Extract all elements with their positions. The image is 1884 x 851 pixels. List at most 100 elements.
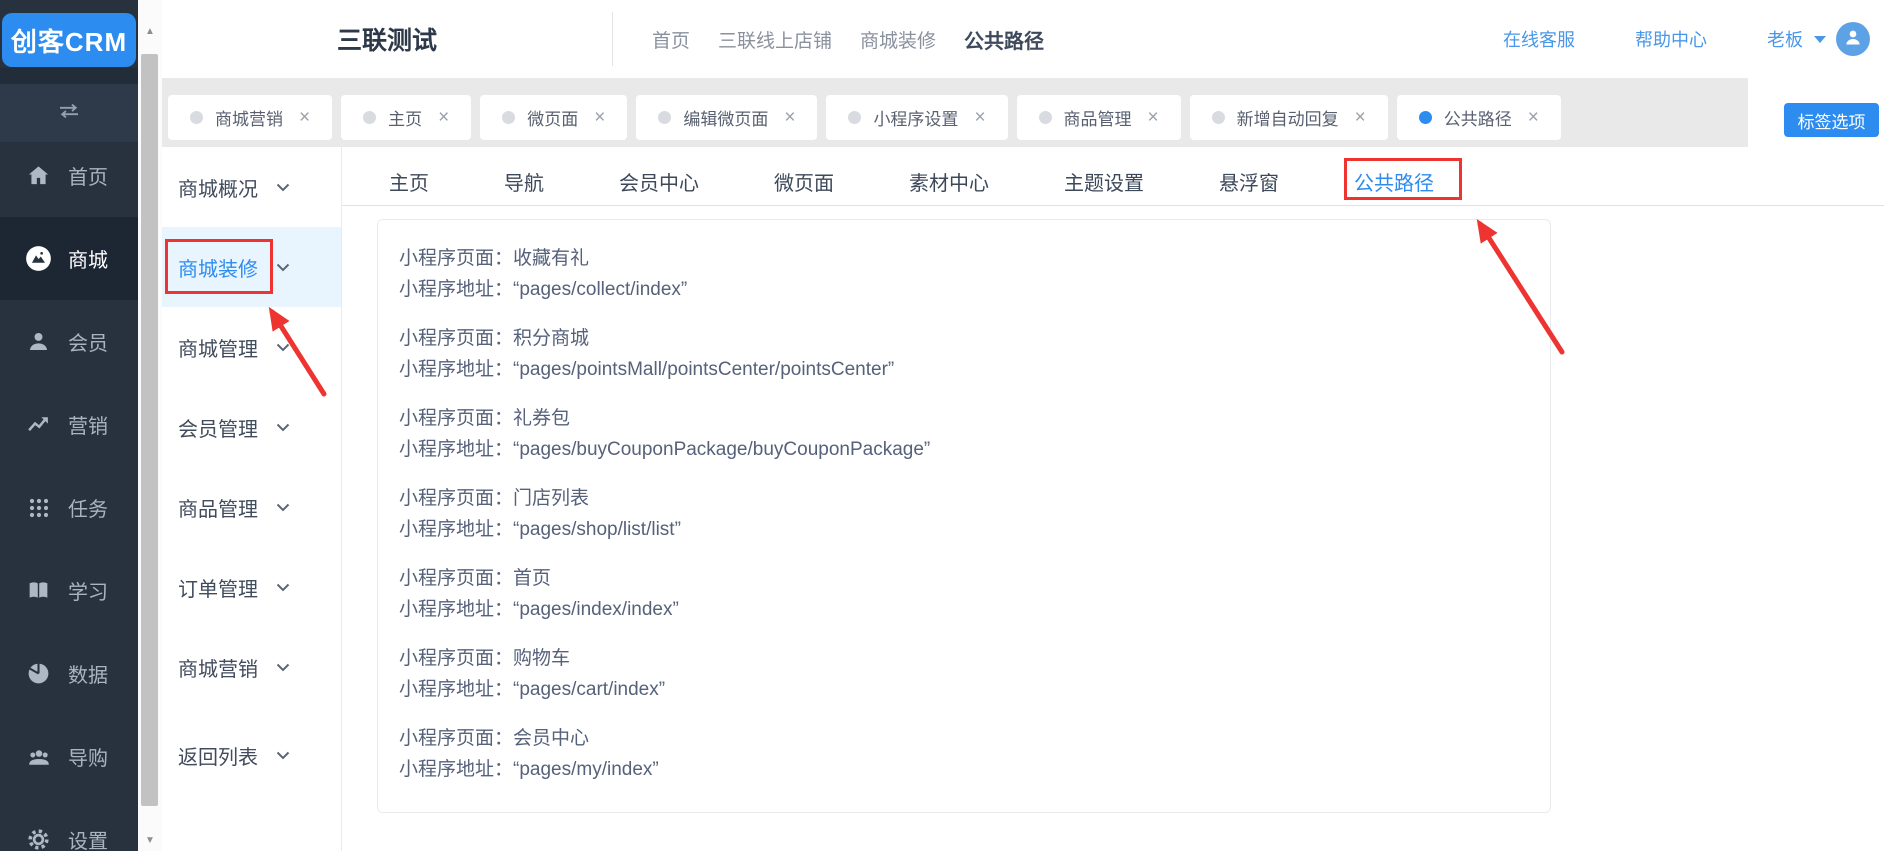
sidebar-item[interactable]: 商城营销 (162, 627, 341, 707)
tab-chips: 商城营销 × 主页 × 微页面 × 编辑微页面 × 小程序设置 × 商品管理 ×… (168, 95, 1561, 140)
page-tab[interactable]: 素材中心 (909, 167, 989, 196)
page-tab[interactable]: 导航 (504, 167, 544, 196)
tab-chip-label: 微页面 (527, 110, 579, 129)
chevron-down-icon (276, 183, 290, 192)
data-icon (25, 660, 52, 687)
rail-item-label: 会员 (68, 333, 108, 355)
home-icon (25, 162, 52, 189)
close-icon[interactable]: × (1528, 108, 1539, 127)
user-menu[interactable]: 老板 (1767, 22, 1870, 56)
page-path-item: 小程序页面：收藏有礼 小程序地址：“pages/collect/index” (399, 243, 1550, 305)
tab-chip[interactable]: 小程序设置 × (826, 95, 1008, 140)
tab-content: 小程序页面：收藏有礼 小程序地址：“pages/collect/index” 小… (342, 206, 1884, 851)
page-name-line: 小程序页面：礼券包 (399, 408, 571, 429)
chevron-down-icon (276, 663, 290, 672)
sidebar-item[interactable]: 商城装修 (162, 227, 341, 307)
store-title: 三联测试 (337, 27, 438, 55)
settings-icon (25, 826, 52, 851)
tab-chip[interactable]: 商品管理 × (1016, 95, 1181, 140)
tab-dot-icon (502, 111, 516, 124)
rail-item-home[interactable]: 首页 (0, 134, 138, 217)
chevron-down-icon (276, 583, 290, 592)
rail-item-learning[interactable]: 学习 (0, 549, 138, 632)
learning-icon (25, 577, 52, 604)
sidebar-item[interactable]: 会员管理 (162, 387, 341, 467)
header-nav-item[interactable]: 商城装修 (860, 26, 936, 53)
close-icon[interactable]: × (1355, 108, 1366, 127)
chevron-down-icon (276, 343, 290, 352)
sidebar-item[interactable]: 商城管理 (162, 307, 341, 387)
tag-options-panel: 标签选项 (1748, 78, 1884, 147)
close-icon[interactable]: × (594, 108, 605, 127)
header-link[interactable]: 在线客服 (1503, 26, 1575, 52)
rail-item-data[interactable]: 数据 (0, 632, 138, 715)
sidebar-item[interactable]: 订单管理 (162, 547, 341, 627)
tab-chip-label: 主页 (388, 110, 423, 129)
tab-chip[interactable]: 新增自动回复 × (1189, 95, 1388, 140)
tab-chip[interactable]: 编辑微页面 × (636, 95, 818, 140)
page-name-line: 小程序页面：收藏有礼 (399, 248, 590, 269)
scroll-down-icon[interactable]: ▼ (138, 835, 162, 846)
sidebar-item[interactable]: 商城概况 (162, 147, 341, 227)
tab-chip[interactable]: 公共路径 × (1396, 95, 1561, 140)
user-name: 老板 (1767, 30, 1803, 50)
page-name-line: 小程序页面：购物车 (399, 648, 571, 669)
mall-icon (25, 245, 52, 272)
page-tab[interactable]: 悬浮窗 (1219, 167, 1279, 196)
sidebar-item-label: 会员管理 (178, 418, 258, 441)
avatar[interactable] (1836, 22, 1870, 56)
page-address-line: 小程序地址：“pages/index/index” (399, 599, 679, 620)
rail-item-marketing[interactable]: 营销 (0, 383, 138, 466)
sidebar-item[interactable]: 商品管理 (162, 467, 341, 547)
tab-dot-icon (190, 111, 203, 124)
tab-chip[interactable]: 微页面 × (480, 95, 628, 140)
page-address-line: 小程序地址：“pages/pointsMall/pointsCenter/poi… (399, 359, 895, 380)
page-tab[interactable]: 主页 (389, 167, 429, 196)
rail-item-label: 商城 (68, 250, 108, 272)
page-tab[interactable]: 主题设置 (1064, 167, 1144, 196)
app-logo[interactable]: 创客CRM (2, 13, 136, 67)
close-icon[interactable]: × (438, 108, 449, 127)
close-icon[interactable]: × (974, 108, 985, 127)
sidebar-item-label: 商城管理 (178, 338, 258, 361)
tab-chip-label: 商品管理 (1063, 110, 1132, 129)
swap-arrows-icon (56, 103, 82, 124)
page-path-item: 小程序页面：礼券包 小程序地址：“pages/buyCouponPackage/… (399, 403, 1550, 465)
tab-dot-icon (658, 111, 672, 124)
close-icon[interactable]: × (784, 108, 795, 127)
header-nav-item[interactable]: 首页 (652, 26, 690, 53)
tasks-icon (25, 494, 52, 521)
sidebar-scrollbar[interactable]: ▲ ▼ (138, 0, 162, 851)
rail-item-member[interactable]: 会员 (0, 300, 138, 383)
page-tab[interactable]: 微页面 (774, 167, 834, 196)
close-icon[interactable]: × (299, 108, 310, 127)
tab-dot-icon (1038, 111, 1052, 124)
tab-chip[interactable]: 商城营销 × (168, 95, 333, 140)
scrollbar-thumb[interactable] (141, 54, 158, 806)
rail-item-mall[interactable]: 商城 (0, 217, 138, 300)
page-tab[interactable]: 会员中心 (619, 167, 699, 196)
sidebar-item-label: 返回列表 (178, 746, 258, 769)
sidebar-item[interactable]: 返回列表 (162, 715, 341, 795)
tab-chip-label: 新增自动回复 (1236, 110, 1339, 129)
close-icon[interactable]: × (1148, 108, 1159, 127)
rail-item-tasks[interactable]: 任务 (0, 466, 138, 549)
header-nav-item[interactable]: 三联线上店铺 (718, 26, 832, 53)
rail-item-label: 导购 (68, 748, 108, 770)
guide-icon (25, 743, 52, 770)
page-address-line: 小程序地址：“pages/collect/index” (399, 279, 688, 300)
primary-sidebar: 创客CRM 首页 商城 会员 营销 任务 学习 数据 导购 设置 (0, 0, 138, 851)
rail-item-guide[interactable]: 导购 (0, 715, 138, 798)
tag-options-button[interactable]: 标签选项 (1784, 103, 1879, 137)
header-link[interactable]: 帮助中心 (1635, 26, 1707, 52)
tab-chip-label: 商城营销 (215, 110, 283, 129)
rail-item-settings[interactable]: 设置 (0, 798, 138, 851)
top-header: 三联测试 首页 三联线上店铺 商城装修 公共路径 在线客服 帮助中心 老板 (162, 0, 1884, 78)
page-name-line: 小程序页面：会员中心 (399, 728, 590, 749)
paths-card: 小程序页面：收藏有礼 小程序地址：“pages/collect/index” 小… (377, 219, 1551, 813)
header-nav-item[interactable]: 公共路径 (964, 25, 1044, 54)
page-tab[interactable]: 公共路径 (1344, 157, 1462, 200)
scroll-up-icon[interactable]: ▲ (138, 26, 162, 37)
tab-chip[interactable]: 主页 × (341, 95, 472, 140)
member-icon (25, 328, 52, 355)
